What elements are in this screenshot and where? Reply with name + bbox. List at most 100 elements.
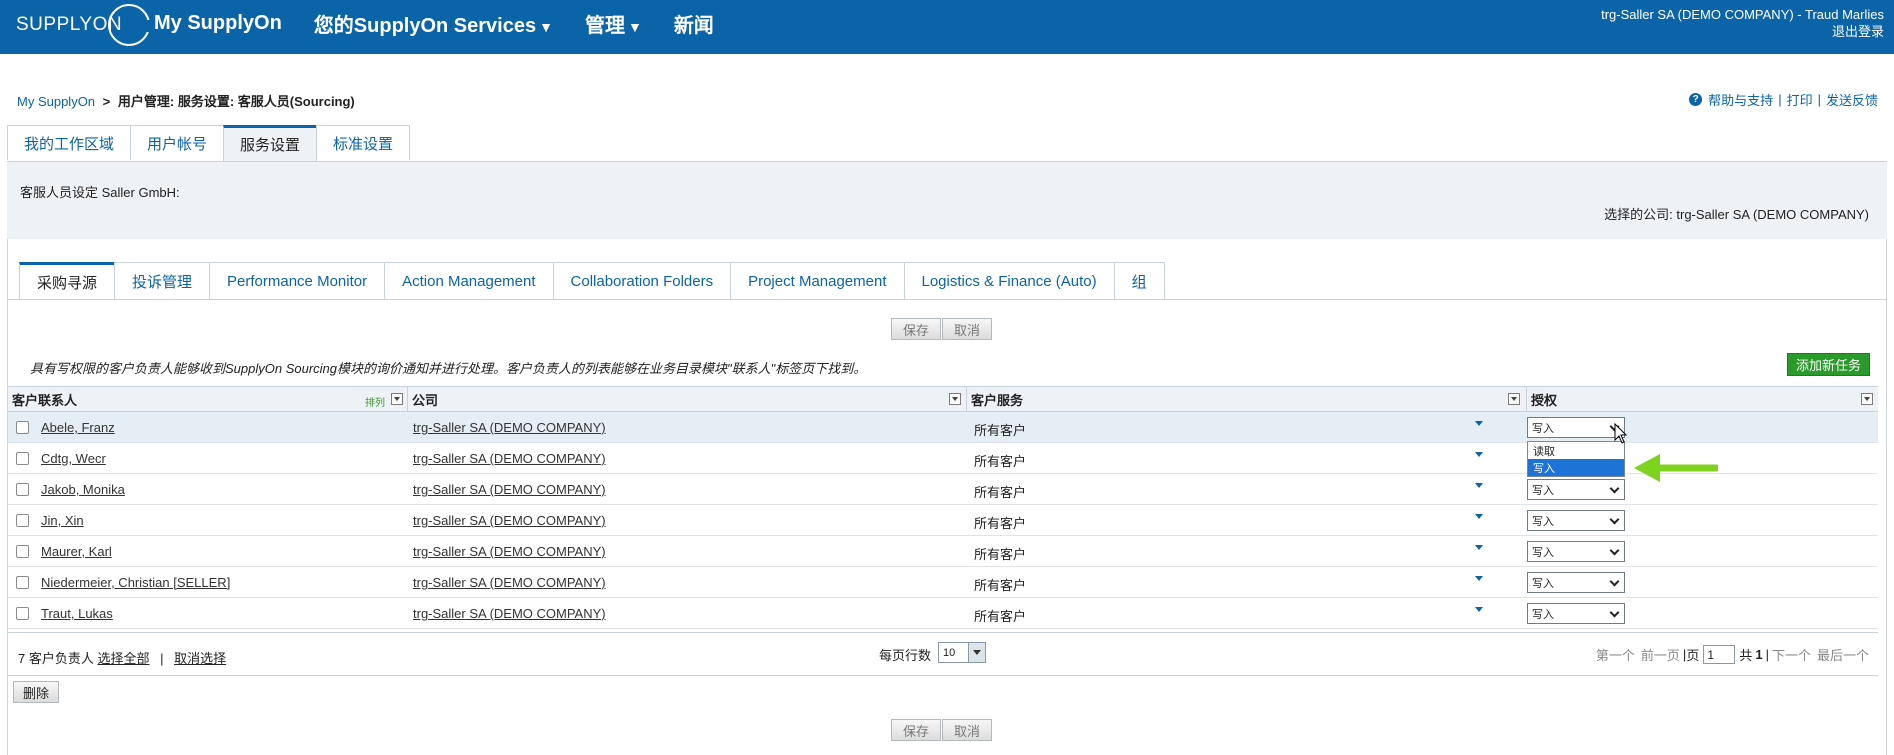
contact-name-link[interactable]: Niedermeier, Christian [SELLER] bbox=[41, 575, 230, 590]
logo-text: SUPPLYON bbox=[16, 14, 123, 35]
filter-icon[interactable] bbox=[949, 393, 961, 405]
permission-select[interactable]: 写入 bbox=[1527, 572, 1625, 593]
nav-admin[interactable]: 管理 ▼ bbox=[585, 9, 642, 38]
filter-icon[interactable] bbox=[1861, 393, 1873, 405]
table-row[interactable]: Jin, Xin trg-Saller SA (DEMO COMPANY) 所有… bbox=[8, 505, 1878, 536]
nav-news[interactable]: 新闻 bbox=[674, 9, 714, 38]
last-page-link[interactable]: 最后一个 bbox=[1817, 645, 1869, 664]
main-nav: My SupplyOn 您的SupplyOn Services ▼ 管理 ▼ 新闻 bbox=[154, 0, 746, 46]
col-contact-label: 客户联系人 bbox=[12, 393, 78, 408]
tab-service-settings[interactable]: 服务设置 bbox=[223, 125, 318, 161]
breadcrumb-separator: > bbox=[102, 94, 111, 109]
table-header: 客户联系人 排列 公司 客户服务 授权 bbox=[8, 386, 1878, 412]
save-button-bottom[interactable]: 保存 bbox=[891, 719, 941, 741]
option-write[interactable]: 写入 bbox=[1528, 459, 1624, 476]
company-link[interactable]: trg-Saller SA (DEMO COMPANY) bbox=[413, 482, 606, 497]
tab-project-management[interactable]: Project Management bbox=[730, 262, 905, 300]
company-link[interactable]: trg-Saller SA (DEMO COMPANY) bbox=[413, 420, 606, 435]
rows-per-page-select[interactable]: 10 bbox=[938, 642, 986, 663]
company-link[interactable]: trg-Saller SA (DEMO COMPANY) bbox=[413, 606, 606, 621]
tab-standard-settings[interactable]: 标准设置 bbox=[316, 125, 411, 160]
cancel-button-top[interactable]: 取消 bbox=[942, 318, 992, 340]
row-checkbox[interactable] bbox=[16, 607, 29, 620]
cancel-button-bottom[interactable]: 取消 bbox=[942, 719, 992, 741]
filter-icon[interactable] bbox=[391, 393, 403, 405]
feedback-link[interactable]: 发送反馈 bbox=[1826, 90, 1878, 109]
table-row[interactable]: Niedermeier, Christian [SELLER] trg-Sall… bbox=[8, 567, 1878, 598]
col-permission[interactable]: 授权 bbox=[1527, 387, 1878, 412]
tab-complaint-management[interactable]: 投诉管理 bbox=[114, 262, 211, 300]
row-checkbox[interactable] bbox=[16, 483, 29, 496]
contact-name-link[interactable]: Jin, Xin bbox=[41, 513, 84, 528]
tab-action-management[interactable]: Action Management bbox=[384, 262, 554, 300]
service-dropdown-icon[interactable] bbox=[1475, 545, 1483, 550]
logout-link[interactable]: 退出登录 bbox=[1601, 23, 1884, 40]
selected-company: 选择的公司: trg-Saller SA (DEMO COMPANY) bbox=[1604, 207, 1869, 222]
service-dropdown-icon[interactable] bbox=[1475, 452, 1483, 457]
table-row[interactable]: Maurer, Karl trg-Saller SA (DEMO COMPANY… bbox=[8, 536, 1878, 567]
print-link[interactable]: 打印 bbox=[1787, 90, 1813, 109]
table-row[interactable]: Abele, Franz trg-Saller SA (DEMO COMPANY… bbox=[8, 412, 1878, 443]
filter-icon[interactable] bbox=[1508, 393, 1520, 405]
delete-button[interactable]: 删除 bbox=[13, 681, 59, 703]
service-value: 所有客户 bbox=[974, 578, 1027, 593]
row-checkbox[interactable] bbox=[16, 421, 29, 434]
contact-name-link[interactable]: Maurer, Karl bbox=[41, 544, 112, 559]
service-dropdown-icon[interactable] bbox=[1475, 576, 1483, 581]
tab-user-accounts[interactable]: 用户帐号 bbox=[130, 125, 225, 160]
contact-name-link[interactable]: Jakob, Monika bbox=[41, 482, 125, 497]
save-button-top[interactable]: 保存 bbox=[891, 318, 941, 340]
contact-name-link[interactable]: Traut, Lukas bbox=[41, 606, 113, 621]
company-link[interactable]: trg-Saller SA (DEMO COMPANY) bbox=[413, 575, 606, 590]
service-dropdown-icon[interactable] bbox=[1475, 421, 1483, 426]
contact-name-link[interactable]: Cdtg, Wecr bbox=[41, 451, 106, 466]
help-icon[interactable]: ? bbox=[1689, 93, 1703, 106]
service-dropdown-icon[interactable] bbox=[1475, 514, 1483, 519]
tab-group[interactable]: 组 bbox=[1113, 262, 1165, 300]
row-checkbox[interactable] bbox=[16, 452, 29, 465]
tab-collaboration-folders[interactable]: Collaboration Folders bbox=[552, 262, 732, 300]
nav-services[interactable]: 您的SupplyOn Services ▼ bbox=[314, 9, 553, 38]
page-number-input[interactable]: 1 bbox=[1703, 645, 1736, 664]
permission-select[interactable]: 写入 bbox=[1527, 541, 1625, 562]
permission-select[interactable]: 写入 bbox=[1527, 510, 1625, 531]
tab-logistics-finance[interactable]: Logistics & Finance (Auto) bbox=[903, 262, 1115, 300]
next-page-link[interactable]: 下一个 bbox=[1772, 645, 1811, 664]
row-checkbox[interactable] bbox=[16, 576, 29, 589]
help-link[interactable]: 帮助与支持 bbox=[1708, 90, 1773, 109]
row-checkbox[interactable] bbox=[16, 545, 29, 558]
permission-select[interactable]: 写入 bbox=[1527, 417, 1625, 438]
settings-panel: 客服人员设定 Saller GmbH: 选择的公司: trg-Saller SA… bbox=[7, 161, 1887, 239]
col-contact[interactable]: 客户联系人 排列 bbox=[8, 387, 408, 412]
help-separator: | bbox=[1778, 92, 1782, 107]
nav-my-supplyon[interactable]: My SupplyOn bbox=[154, 12, 282, 35]
breadcrumb-root-link[interactable]: My SupplyOn bbox=[17, 94, 95, 109]
deselect-link[interactable]: 取消选择 bbox=[174, 651, 226, 666]
prev-page-link[interactable]: 前一页 bbox=[1641, 645, 1680, 664]
col-service[interactable]: 客户服务 bbox=[967, 387, 1527, 412]
permission-select[interactable]: 写入 bbox=[1527, 479, 1625, 500]
option-read[interactable]: 读取 bbox=[1528, 442, 1624, 459]
company-link[interactable]: trg-Saller SA (DEMO COMPANY) bbox=[413, 544, 606, 559]
select-all-link[interactable]: 选择全部 bbox=[97, 651, 149, 666]
add-new-task-button[interactable]: 添加新任务 bbox=[1786, 353, 1870, 376]
permission-select[interactable]: 写入 bbox=[1527, 603, 1625, 624]
company-link[interactable]: trg-Saller SA (DEMO COMPANY) bbox=[413, 451, 606, 466]
caret-down-icon: ▼ bbox=[627, 18, 642, 35]
service-dropdown-icon[interactable] bbox=[1475, 483, 1483, 488]
table-row[interactable]: Jakob, Monika trg-Saller SA (DEMO COMPAN… bbox=[8, 474, 1878, 505]
col-company[interactable]: 公司 bbox=[408, 387, 967, 412]
table-row[interactable]: Traut, Lukas trg-Saller SA (DEMO COMPANY… bbox=[8, 598, 1878, 629]
tab-my-workspace[interactable]: 我的工作区域 bbox=[7, 125, 132, 160]
service-dropdown-icon[interactable] bbox=[1475, 607, 1483, 612]
pagination-bar: 7 客户负责人 选择全部 | 取消选择 每页行数 10 第一个 前一页 | 页 … bbox=[8, 632, 1878, 676]
contact-name-link[interactable]: Abele, Franz bbox=[41, 420, 115, 435]
row-checkbox[interactable] bbox=[16, 514, 29, 527]
tab-sourcing[interactable]: 采购寻源 bbox=[19, 262, 116, 300]
chevron-down-icon bbox=[1609, 514, 1620, 525]
sort-label[interactable]: 排列 bbox=[365, 394, 385, 409]
tab-performance-monitor[interactable]: Performance Monitor bbox=[209, 262, 386, 300]
company-link[interactable]: trg-Saller SA (DEMO COMPANY) bbox=[413, 513, 606, 528]
first-page-link[interactable]: 第一个 bbox=[1596, 645, 1635, 664]
supplyon-logo[interactable]: SUPPLYON bbox=[16, 4, 153, 46]
